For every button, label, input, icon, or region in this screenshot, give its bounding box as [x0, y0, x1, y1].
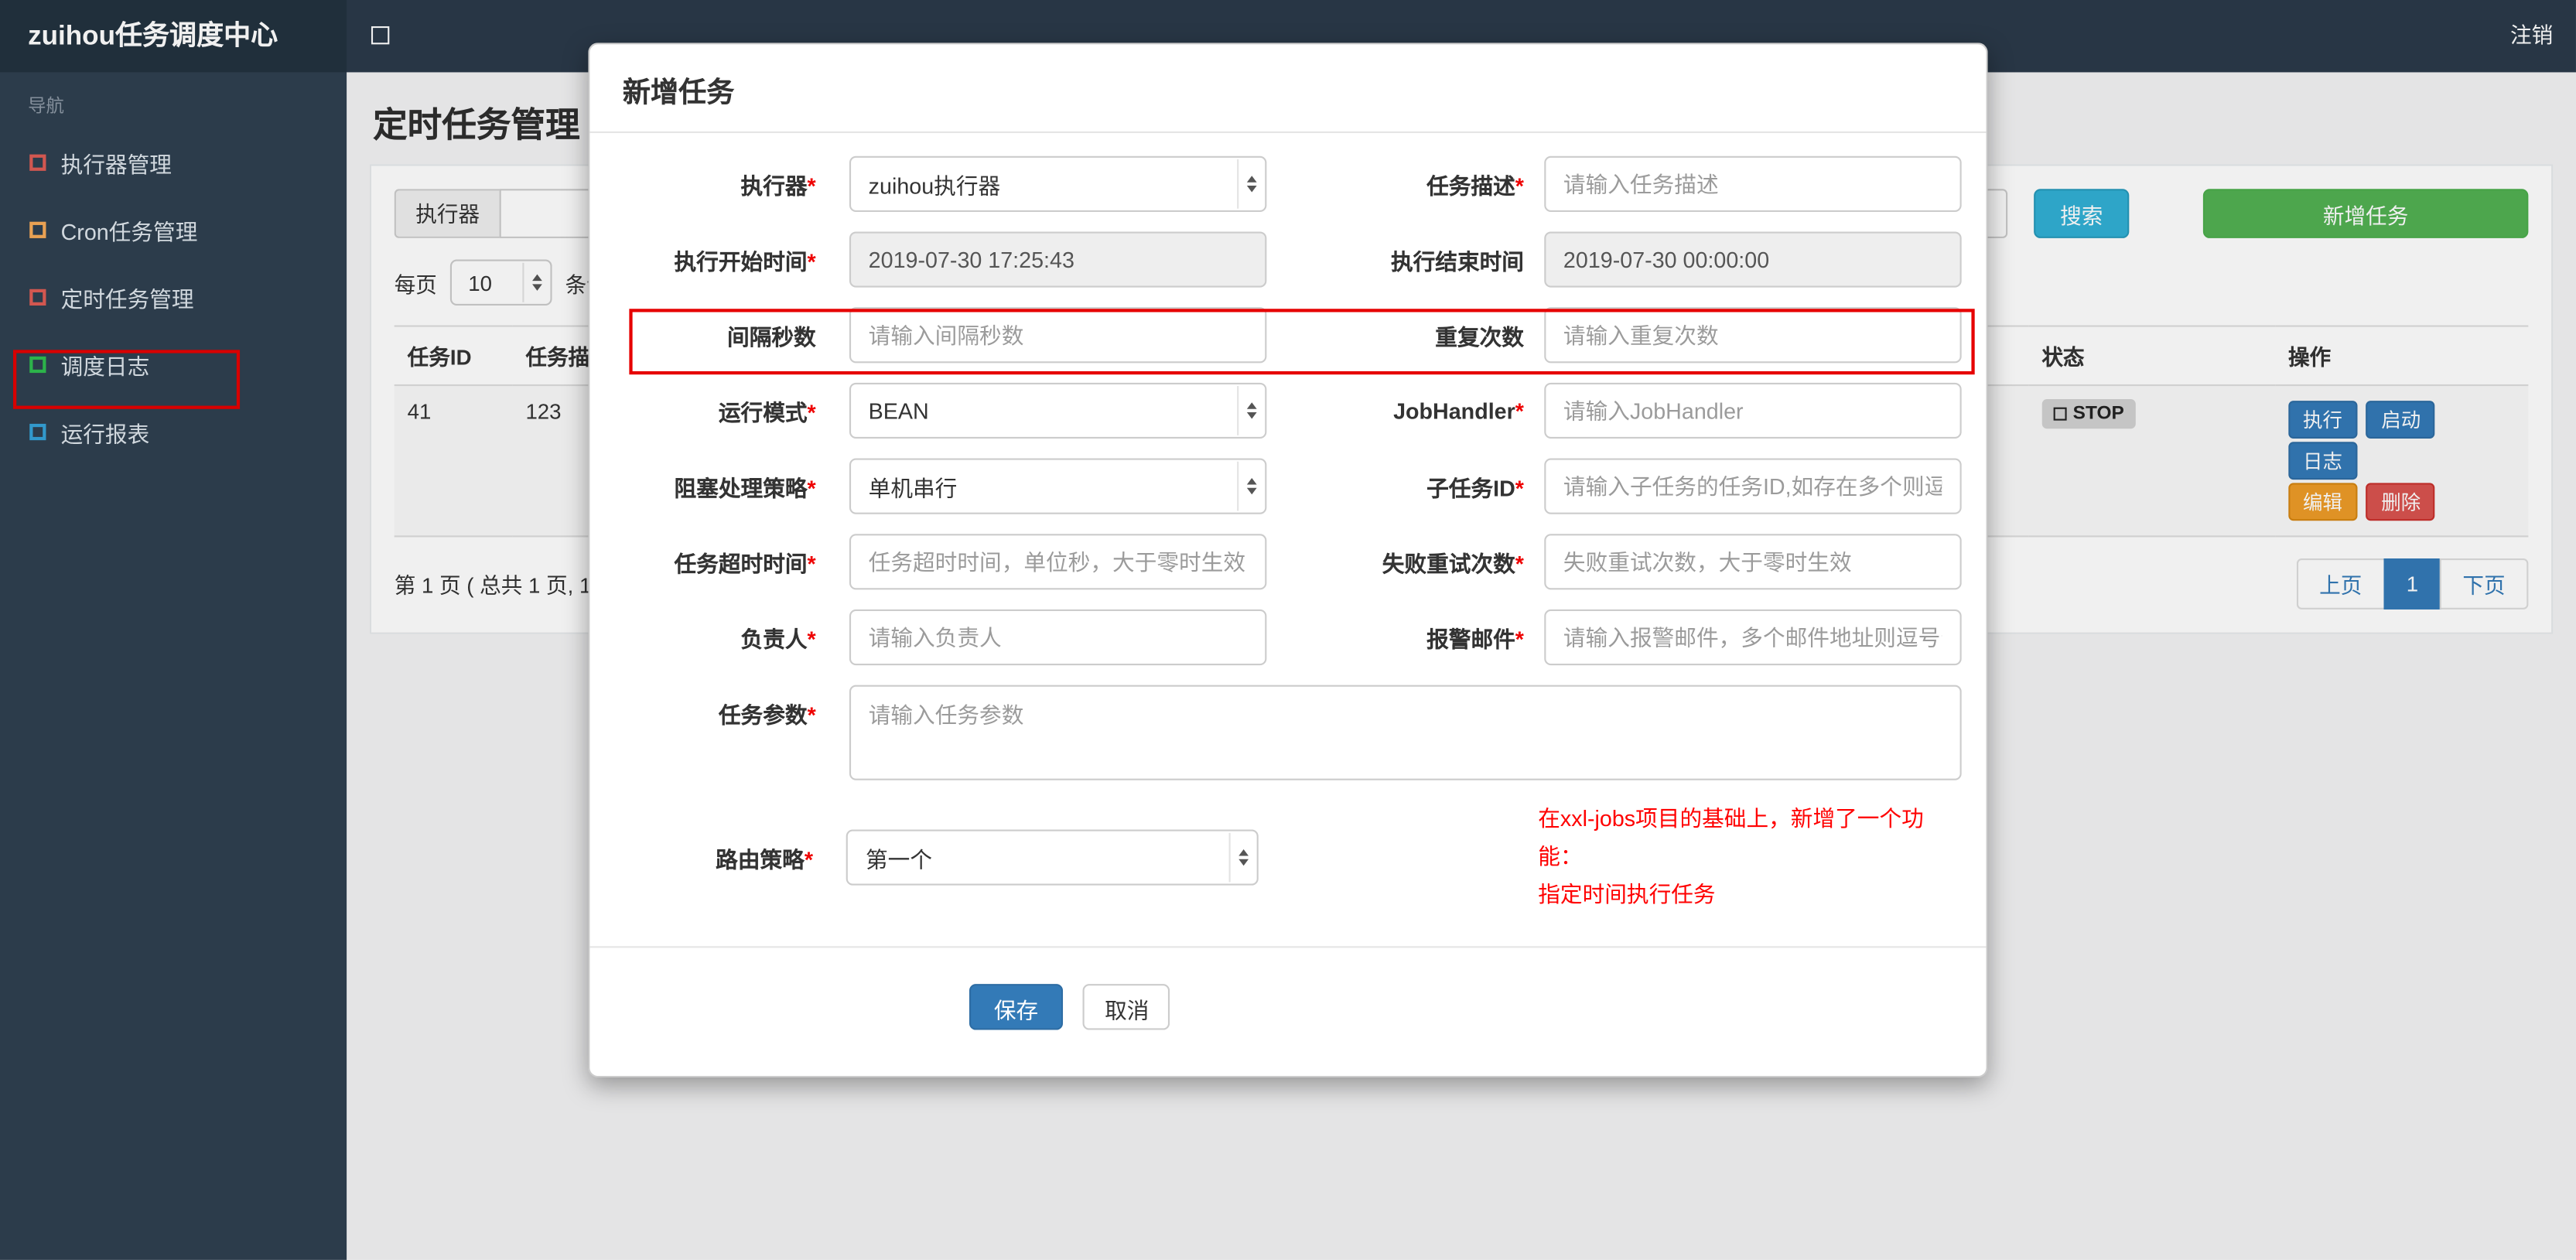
- block-strategy-select[interactable]: 单机串行: [849, 458, 1267, 514]
- timeout-label: 任务超时时间*: [674, 551, 816, 577]
- run-mode-label: 运行模式*: [718, 401, 816, 426]
- retry-label: 失败重试次数*: [1382, 551, 1524, 577]
- executor-select-value: zuihou执行器: [868, 174, 1001, 199]
- interval-input[interactable]: [849, 307, 1267, 364]
- owner-input[interactable]: [849, 609, 1267, 666]
- feature-note: 在xxl-jobs项目的基础上，新增了一个功能： 指定时间执行任务: [1538, 806, 1924, 907]
- jobhandler-label: JobHandler*: [1393, 398, 1524, 423]
- route-strategy-select[interactable]: 第一个: [846, 828, 1259, 885]
- app-viewport: zuihou任务调度中心 注销 导航 执行器管理 Cron任务管理 定时任务管理…: [0, 0, 2576, 1260]
- alarm-email-input[interactable]: [1543, 609, 1962, 666]
- alarm-email-label: 报警邮件*: [1426, 627, 1524, 653]
- repeat-label: 重复次数: [1435, 325, 1524, 350]
- start-time-input[interactable]: [849, 231, 1267, 288]
- select-arrows-icon: [1237, 159, 1265, 209]
- repeat-input[interactable]: [1543, 307, 1962, 364]
- executor-label: 执行器*: [740, 174, 816, 199]
- retry-input[interactable]: [1543, 534, 1962, 590]
- end-time-label: 执行结束时间: [1390, 249, 1524, 275]
- select-arrows-icon: [1237, 386, 1265, 435]
- start-time-label: 执行开始时间*: [674, 249, 816, 275]
- save-button[interactable]: 保存: [969, 984, 1064, 1030]
- cancel-button[interactable]: 取消: [1083, 984, 1171, 1030]
- select-arrows-icon: [1228, 831, 1257, 882]
- end-time-input[interactable]: [1543, 231, 1962, 288]
- modal-title: 新增任务: [622, 77, 735, 109]
- executor-select[interactable]: zuihou执行器: [849, 155, 1267, 212]
- task-desc-label: 任务描述*: [1426, 174, 1524, 199]
- select-arrows-icon: [1237, 461, 1265, 511]
- modal-header: 新增任务: [589, 44, 1987, 134]
- add-task-modal: 新增任务 执行器* zuihou执行器 任务描述* 执行开始时间* 执行结束时间: [588, 43, 1988, 1078]
- child-task-input[interactable]: [1543, 458, 1962, 514]
- task-desc-input[interactable]: [1543, 155, 1962, 212]
- timeout-input[interactable]: [849, 534, 1267, 590]
- modal-footer: 保存 取消: [589, 946, 1987, 1076]
- modal-body: 执行器* zuihou执行器 任务描述* 执行开始时间* 执行结束时间 间隔秒数: [589, 133, 1986, 913]
- route-strategy-select-value: 第一个: [865, 846, 933, 872]
- run-mode-select[interactable]: BEAN: [849, 382, 1267, 439]
- task-params-textarea[interactable]: [849, 685, 1962, 780]
- child-task-label: 子任务ID*: [1426, 476, 1524, 501]
- task-params-label: 任务参数*: [718, 702, 816, 728]
- owner-label: 负责人*: [740, 627, 816, 653]
- run-mode-select-value: BEAN: [868, 398, 929, 423]
- route-strategy-label: 路由策略*: [716, 846, 814, 872]
- block-strategy-label: 阻塞处理策略*: [674, 476, 816, 501]
- jobhandler-input[interactable]: [1543, 382, 1962, 439]
- interval-label: 间隔秒数: [727, 325, 816, 350]
- block-strategy-select-value: 单机串行: [868, 476, 958, 501]
